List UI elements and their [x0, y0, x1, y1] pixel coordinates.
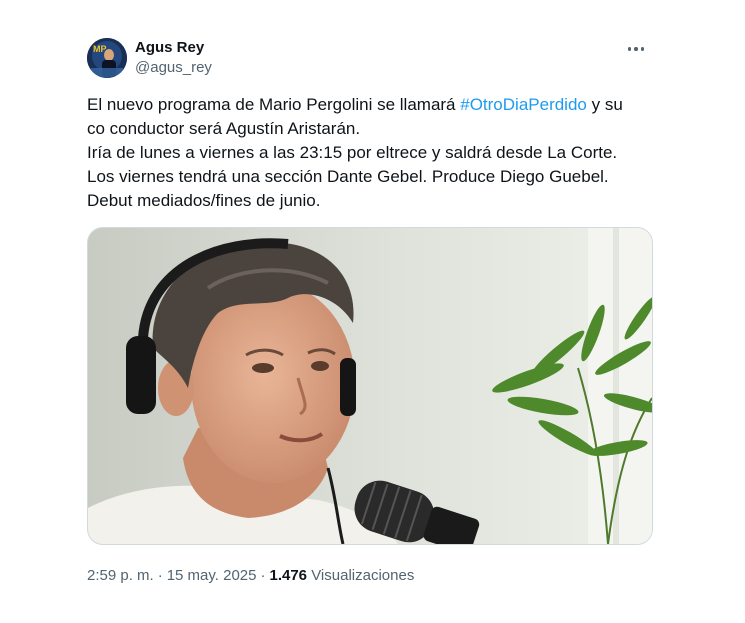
tweet[interactable]: MP Agus Rey @agus_rey El nuevo programa … — [87, 36, 653, 586]
separator: · — [157, 567, 163, 584]
tweet-text-line-1: El nuevo programa de Mario Pergolini se … — [87, 93, 643, 141]
photo-image — [88, 228, 652, 544]
tweet-header: MP Agus Rey @agus_rey — [87, 36, 653, 80]
tweet-text-line-2: Iría de lunes a viernes a las 23:15 por … — [87, 143, 618, 162]
tweet-text-line-3: Los viernes tendrá una sección Dante Geb… — [87, 167, 609, 186]
separator: · — [260, 567, 266, 584]
avatar[interactable]: MP — [87, 38, 127, 78]
tweet-text-line-4: Debut mediados/fines de junio. — [87, 191, 321, 210]
more-options-icon — [634, 47, 638, 51]
tweet-date[interactable]: 15 may. 2025 — [167, 567, 257, 584]
more-options-icon — [627, 47, 632, 51]
views-count: 1.476 — [269, 567, 308, 584]
tweet-text-segment: El nuevo programa de Mario Pergolini se … — [87, 95, 461, 114]
more-options-button[interactable] — [619, 36, 653, 62]
display-name[interactable]: Agus Rey — [135, 39, 212, 57]
hashtag-link[interactable]: #OtroDiaPerdido — [460, 95, 587, 114]
tweet-media-photo[interactable] — [87, 227, 653, 545]
user-info: Agus Rey @agus_rey — [135, 39, 212, 77]
more-options-icon — [640, 47, 645, 51]
avatar-image-icon: MP — [87, 38, 127, 78]
tweet-timestamp[interactable]: 2:59 p. m. — [87, 567, 154, 584]
tweet-text: El nuevo programa de Mario Pergolini se … — [87, 93, 643, 213]
tweet-meta: 2:59 p. m. · 15 may. 2025 · 1.476 Visualizac… — [87, 566, 653, 586]
user-handle[interactable]: @agus_rey — [135, 59, 212, 77]
views-label: Visualizaciones — [311, 567, 415, 584]
